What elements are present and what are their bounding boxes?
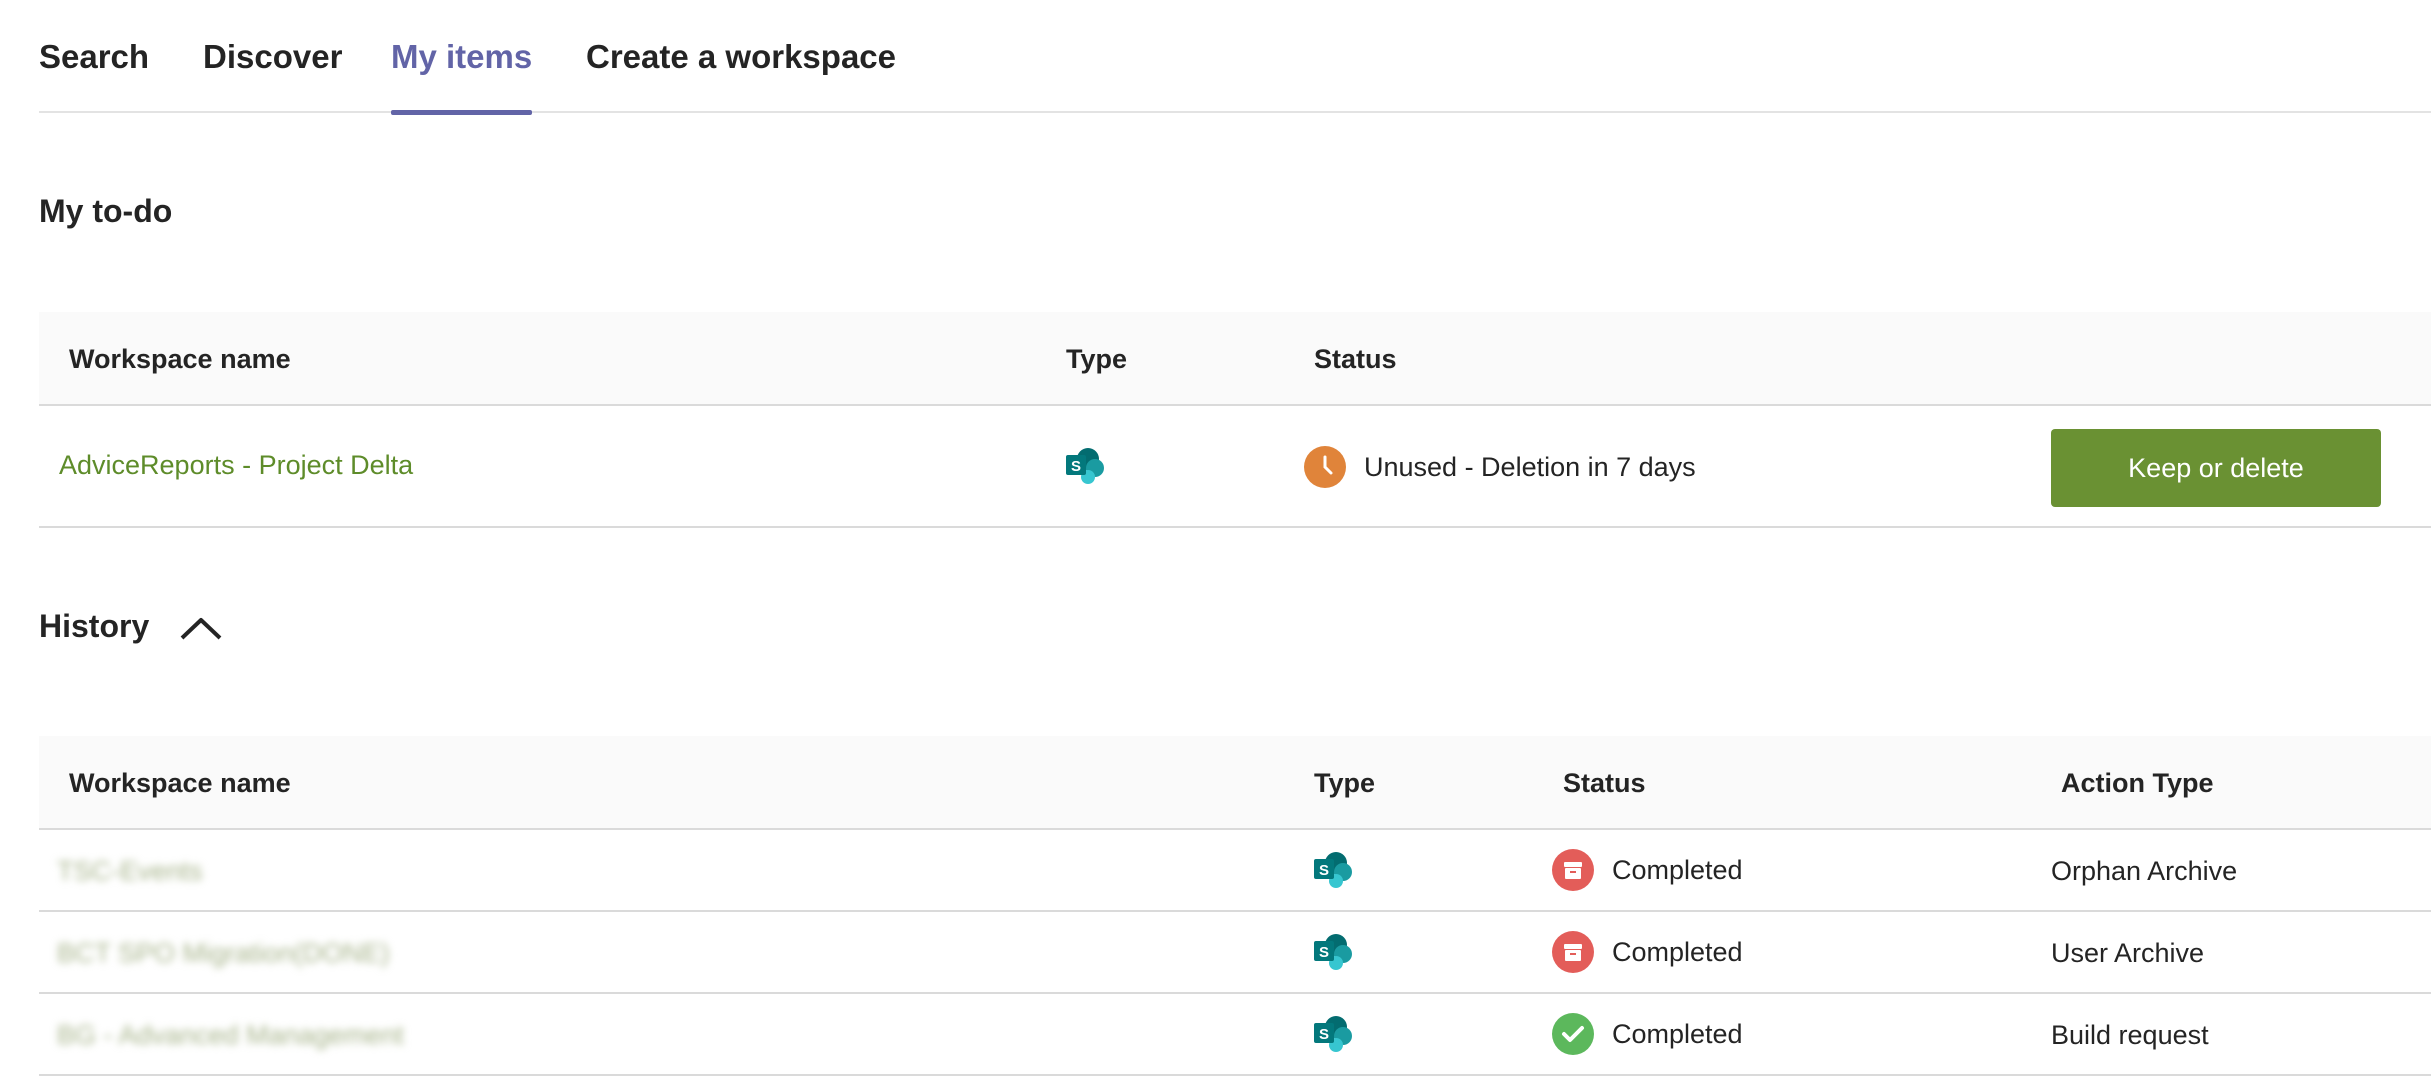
tab-my-items[interactable]: My items bbox=[391, 38, 533, 115]
svg-text:S: S bbox=[1319, 1026, 1329, 1043]
svg-text:S: S bbox=[1071, 458, 1081, 475]
archive-icon bbox=[1552, 931, 1594, 973]
column-header-type: Type bbox=[1066, 344, 1128, 374]
tab-discover[interactable]: Discover bbox=[203, 38, 342, 113]
history-section-title: History bbox=[39, 608, 150, 644]
workspace-name-link[interactable]: BG - Advanced Management bbox=[57, 1020, 404, 1051]
sharepoint-icon: S bbox=[1312, 932, 1356, 979]
column-header-status: Status bbox=[1563, 768, 1646, 798]
keep-or-delete-button[interactable]: Keep or delete bbox=[2051, 429, 2381, 507]
status-cell: Completed bbox=[1552, 849, 1743, 891]
sharepoint-icon: S bbox=[1064, 446, 1108, 493]
status-text: Completed bbox=[1612, 1018, 1743, 1049]
history-table: Workspace name Type Status Action Type T… bbox=[39, 736, 2431, 1076]
status-text: Completed bbox=[1612, 936, 1743, 967]
check-icon bbox=[1552, 1013, 1594, 1055]
status-text: Completed bbox=[1612, 854, 1743, 885]
action-type-text: User Archive bbox=[2051, 938, 2205, 968]
todo-section-title: My to-do bbox=[39, 193, 173, 229]
clock-icon bbox=[1304, 446, 1346, 488]
tab-bar: Search Discover My items Create a worksp… bbox=[39, 0, 2431, 115]
sharepoint-icon: S bbox=[1312, 850, 1356, 897]
status-cell: Completed bbox=[1552, 931, 1743, 973]
workspace-name-link[interactable]: TSC-Events bbox=[57, 856, 203, 887]
svg-text:S: S bbox=[1319, 944, 1329, 961]
action-type-text: Orphan Archive bbox=[2051, 856, 2238, 886]
tab-search[interactable]: Search bbox=[39, 38, 149, 113]
column-header-type: Type bbox=[1314, 768, 1376, 798]
chevron-up-icon[interactable] bbox=[178, 608, 224, 648]
archive-icon bbox=[1552, 849, 1594, 891]
column-header-workspace-name: Workspace name bbox=[69, 344, 291, 374]
status-cell: Unused - Deletion in 7 days bbox=[1304, 446, 1696, 488]
todo-table-header: Workspace name Type Status bbox=[39, 312, 2431, 406]
sharepoint-icon: S bbox=[1312, 1014, 1356, 1061]
tab-create-workspace[interactable]: Create a workspace bbox=[586, 38, 896, 113]
column-header-workspace-name: Workspace name bbox=[69, 768, 291, 798]
table-row: BG - Advanced Management S Completed Bui… bbox=[39, 994, 2431, 1076]
table-row: BCT SPO Migration(DONE) S Completed User… bbox=[39, 912, 2431, 994]
column-header-status: Status bbox=[1314, 344, 1397, 374]
svg-text:S: S bbox=[1319, 862, 1329, 879]
column-header-action-type: Action Type bbox=[2061, 768, 2214, 798]
table-row: TSC-Events S Completed Orphan Archive bbox=[39, 830, 2431, 912]
history-table-header: Workspace name Type Status Action Type bbox=[39, 736, 2431, 830]
status-cell: Completed bbox=[1552, 1013, 1743, 1055]
workspace-name-link[interactable]: BCT SPO Migration(DONE) bbox=[57, 938, 390, 969]
action-type-text: Build request bbox=[2051, 1020, 2209, 1050]
table-row: AdviceReports - Project Delta S Unused -… bbox=[39, 406, 2431, 528]
status-text: Unused - Deletion in 7 days bbox=[1364, 451, 1696, 482]
workspace-name-link[interactable]: AdviceReports - Project Delta bbox=[59, 450, 413, 481]
todo-table: Workspace name Type Status AdviceReports… bbox=[39, 312, 2431, 528]
